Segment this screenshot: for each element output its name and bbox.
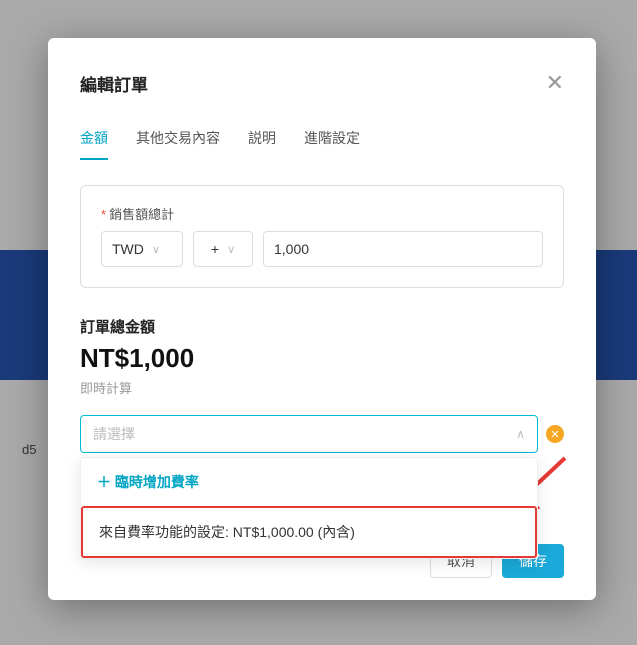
currency-select[interactable]: TWD ∨ bbox=[101, 231, 183, 267]
amount-value: 1,000 bbox=[274, 241, 309, 257]
order-total-amount: NT$1,000 bbox=[80, 343, 564, 374]
tab-description[interactable]: 説明 bbox=[248, 128, 276, 160]
sales-total-label-text: 銷售額總計 bbox=[109, 207, 174, 222]
chevron-down-icon: ∨ bbox=[152, 243, 160, 256]
tab-advanced[interactable]: 進階設定 bbox=[304, 128, 360, 160]
chevron-down-icon: ∨ bbox=[227, 243, 235, 256]
clear-icon[interactable]: ✕ bbox=[546, 425, 564, 443]
order-total-label: 訂單總金額 bbox=[80, 316, 564, 337]
operator-value: + bbox=[211, 241, 219, 257]
tab-bar: 金額 其他交易內容 説明 進階設定 bbox=[80, 128, 564, 161]
realtime-calc-label: 即時計算 bbox=[80, 378, 564, 397]
rate-option-from-settings[interactable]: 來自費率功能的設定: NT$1,000.00 (內含) bbox=[81, 506, 537, 558]
operator-select[interactable]: + ∨ bbox=[193, 231, 253, 267]
background-truncated-text: d5 bbox=[22, 442, 36, 457]
modal-title: 編輯訂單 bbox=[80, 71, 148, 96]
currency-value: TWD bbox=[112, 241, 144, 257]
required-mark: * bbox=[101, 207, 106, 222]
rate-dropdown-list: ＋ 臨時增加費率 來自費率功能的設定: NT$1,000.00 (內含) bbox=[80, 457, 538, 559]
chevron-down-icon: ∧ bbox=[516, 427, 525, 441]
sales-total-section: *銷售額總計 TWD ∨ + ∨ 1,000 bbox=[80, 185, 564, 288]
rate-select[interactable]: 請選擇 ∧ bbox=[80, 415, 538, 453]
sales-total-label: *銷售額總計 bbox=[101, 204, 543, 223]
rate-dropdown-wrap: 請選擇 ∧ ✕ ＋ 臨時增加費率 來自費率功能的設定: NT$1,000.00 … bbox=[80, 415, 564, 453]
edit-order-modal: 編輯訂單 ✕ 金額 其他交易內容 説明 進階設定 *銷售額總計 TWD ∨ + … bbox=[48, 38, 596, 600]
close-icon[interactable]: ✕ bbox=[546, 70, 564, 96]
modal-header: 編輯訂單 ✕ bbox=[80, 70, 564, 96]
rate-select-placeholder: 請選擇 bbox=[93, 424, 135, 444]
tab-amount[interactable]: 金額 bbox=[80, 128, 108, 160]
tab-other[interactable]: 其他交易內容 bbox=[136, 128, 220, 160]
sales-input-row: TWD ∨ + ∨ 1,000 bbox=[101, 231, 543, 267]
add-temp-rate-option[interactable]: ＋ 臨時增加費率 bbox=[81, 458, 537, 506]
amount-input[interactable]: 1,000 bbox=[263, 231, 543, 267]
